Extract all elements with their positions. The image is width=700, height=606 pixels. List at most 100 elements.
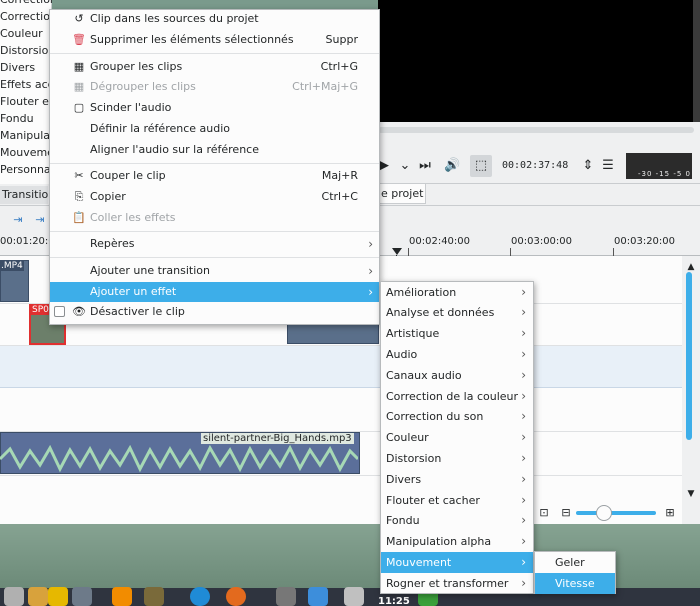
zoom-out-icon[interactable]: ⊟ [558,505,574,521]
menu-item-markers[interactable]: Repères › [50,234,379,254]
clip-label: silent-partner-Big_Hands.mp3 [201,433,354,444]
menu-item-copy[interactable]: ⎘ Copier Ctrl+C [50,187,379,207]
submenu-item-manipulation-alpha[interactable]: Manipulation alpha › [381,531,533,552]
vlc-icon[interactable] [112,587,132,606]
submenu-item-flouter[interactable]: Flouter et cacher › [381,490,533,511]
video-clip[interactable] [287,322,379,344]
clip-source-icon: ↺ [74,12,84,25]
ruler-tick [510,248,511,256]
effects-list-item[interactable]: Fondu [0,110,52,127]
submenu-item-couleur[interactable]: Couleur › [381,427,533,448]
menu-item-label: Amélioration [386,286,457,299]
folder-icon[interactable] [308,587,328,606]
submenu-item-vitesse[interactable]: Vitesse [535,573,615,594]
effects-list-item[interactable]: Correction de la couleur [0,0,52,8]
audio-track[interactable] [0,388,682,432]
ruler-tick [613,248,614,256]
checkbox[interactable] [54,306,65,317]
camera-icon[interactable] [276,587,296,606]
submenu-item-analyse[interactable]: Analyse et données › [381,302,533,323]
chevron-right-icon: › [368,237,373,251]
submenu-item-geler[interactable]: Geler [535,552,615,573]
taskbar-app-icon[interactable] [144,587,164,606]
submenu-item-correction-couleur[interactable]: Correction de la couleur › [381,386,533,407]
submenu-item-amelioration[interactable]: Amélioration › [381,282,533,303]
chevron-right-icon: › [521,326,526,340]
chevron-down-icon[interactable]: ⌄ [397,158,413,174]
taskbar-app-icon[interactable] [190,587,210,606]
menu-item-label: Rogner et transformer [386,577,509,590]
submenu-item-divers[interactable]: Divers › [381,469,533,490]
kdenlive-icon[interactable] [72,587,92,606]
chevron-right-icon: › [521,513,526,527]
effects-list-item[interactable]: Couleur [0,25,52,42]
submenu-item-fondu[interactable]: Fondu › [381,510,533,531]
zoom-slider-handle[interactable] [596,505,612,521]
menu-item-group-clips[interactable]: ▦ Grouper les clips Ctrl+G [50,57,379,77]
chevron-right-icon: › [368,285,373,299]
menu-item-shortcut: Ctrl+G [320,60,358,73]
zone-icon[interactable]: ⬚ [470,155,492,177]
effects-list-item[interactable]: Personnalisé [0,161,52,178]
submenu-item-mouvement[interactable]: Mouvement › [381,552,533,573]
taskbar-app-icon[interactable] [48,587,68,606]
firefox-icon[interactable] [226,587,246,606]
menu-item-split-audio[interactable]: ▢ Scinder l'audio [50,98,379,118]
menu-item-add-transition[interactable]: Ajouter une transition › [50,261,379,281]
monitor-timecode[interactable]: 00:02:37:48 [502,157,580,175]
chevron-right-icon: › [521,368,526,382]
app-launcher-icon[interactable] [4,587,24,606]
submenu-item-audio[interactable]: Audio › [381,344,533,365]
track-overwrite-icon[interactable]: ⇥ [32,212,48,228]
clip-label: SP0 [31,305,50,315]
menu-item-delete-selected[interactable]: 🗑 Supprimer les éléments sélectionnés Su… [50,30,379,50]
chevron-right-icon: › [521,534,526,548]
zoom-slider[interactable] [576,511,656,515]
effects-list-item[interactable]: Mouvement [0,144,52,161]
taskbar-app-icon[interactable] [28,587,48,606]
submenu-item-distorsion[interactable]: Distorsion › [381,448,533,469]
menu-item-set-audio-reference[interactable]: Définir la référence audio [50,119,379,139]
menu-item-paste-effects[interactable]: 📋 Coller les effets [50,208,379,228]
paste-icon: 📋 [72,211,86,224]
scroll-up-icon[interactable]: ▲ [683,259,699,275]
submenu-item-artistique[interactable]: Artistique › [381,323,533,344]
volume-icon[interactable]: 🔊 [444,158,460,174]
menu-item-cut-clip[interactable]: ✂ Couper le clip Maj+R [50,166,379,186]
menu-item-clip-source[interactable]: ↺ Clip dans les sources du projet [50,9,379,29]
fit-zoom-icon[interactable]: ⊡ [536,505,552,521]
scrollbar-handle[interactable] [686,272,692,440]
menu-item-add-effect[interactable]: Ajouter un effet › [50,282,379,302]
effects-list-item[interactable]: Manipulation [0,127,52,144]
chevron-right-icon: › [521,430,526,444]
menu-item-disable-clip[interactable]: 👁 Désactiver le clip [50,302,379,322]
submenu-item-rogner[interactable]: Rogner et transformer › [381,573,533,594]
submenu-item-canaux-audio[interactable]: Canaux audio › [381,365,533,386]
monitor-seek-bar[interactable] [378,127,694,133]
track-insert-icon[interactable]: ⇥ [10,212,26,228]
chevron-right-icon: › [521,305,526,319]
effects-list-panel: Correction de la couleur Correction Coul… [0,0,52,184]
skip-forward-icon[interactable]: ⏭ [417,158,433,174]
menu-item-label: Grouper les clips [90,60,183,73]
menu-item-label: Repères [90,237,135,250]
effects-list-item[interactable]: Divers [0,59,52,76]
scroll-down-icon[interactable]: ▼ [683,486,699,502]
effects-list-item[interactable]: Flouter et [0,93,52,110]
menu-item-ungroup-clips[interactable]: ▦ Dégrouper les clips Ctrl+Maj+G [50,77,379,97]
menu-item-label: Canaux audio [386,369,462,382]
menu-item-label: Geler [555,556,585,569]
tab-projet[interactable]: e projet [378,184,426,204]
effects-list-item[interactable]: Distorsion [0,42,52,59]
audio-track[interactable] [0,346,682,388]
tab-transitions[interactable]: Transitions [0,186,48,204]
submenu-item-correction-son[interactable]: Correction du son › [381,406,533,427]
playhead-marker[interactable] [392,248,402,255]
spin-arrows-icon[interactable]: ⇕ [580,158,596,174]
effects-list-item[interactable]: Effets accentués [0,76,52,93]
menu-item-align-audio[interactable]: Aligner l'audio sur la référence [50,140,379,160]
effects-list-item[interactable]: Correction [0,8,52,25]
zoom-in-icon[interactable]: ⊞ [662,505,678,521]
camera-app-icon[interactable] [344,587,364,606]
menu-icon[interactable]: ☰ [600,158,616,174]
